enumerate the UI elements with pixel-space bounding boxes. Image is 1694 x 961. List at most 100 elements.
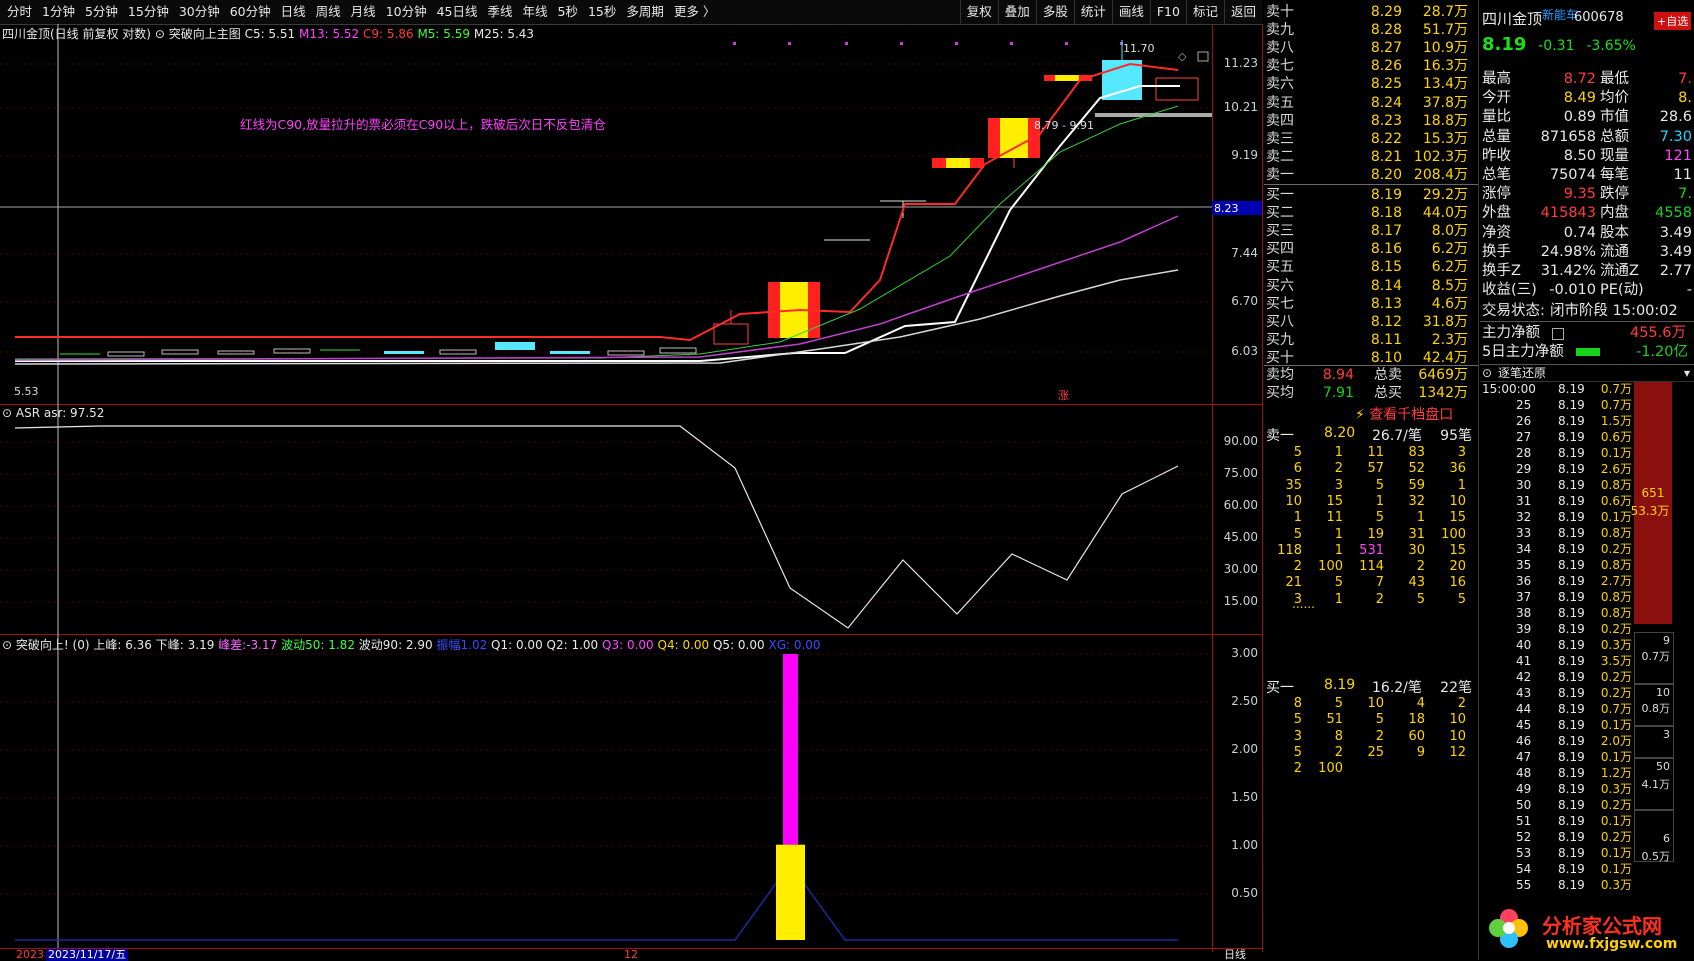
tick-toggle-icon[interactable]: ⊙ bbox=[1482, 365, 1492, 381]
quote-row[interactable]: 买八 8.12 31.8万 bbox=[1264, 313, 1474, 331]
quote-row[interactable]: 卖七 8.26 16.3万 bbox=[1264, 57, 1474, 75]
thousand-depth-link[interactable]: ⚡ 查看千档盘口 bbox=[1355, 404, 1453, 424]
period-tab[interactable]: 日线 bbox=[276, 0, 311, 24]
queue-cell: 21 bbox=[1285, 575, 1302, 591]
period-tab[interactable]: 1分钟 bbox=[37, 0, 80, 24]
quote-row[interactable]: 买四 8.16 6.2万 bbox=[1264, 240, 1474, 258]
tick-price: 8.19 bbox=[1558, 382, 1585, 396]
stat-value: 415843 bbox=[1540, 205, 1596, 222]
tick-row: 50 8.19 0.2万 bbox=[1480, 797, 1635, 813]
quote-row[interactable]: 买一 8.19 29.2万 bbox=[1264, 186, 1474, 204]
period-tab[interactable]: 多周期 bbox=[621, 0, 669, 24]
tick-volume: 0.6万 bbox=[1600, 430, 1632, 444]
queue-cell: 7 bbox=[1375, 575, 1384, 591]
queue-cell: 11 bbox=[1326, 510, 1343, 526]
quote-row[interactable]: 买九 8.11 2.3万 bbox=[1264, 331, 1474, 349]
queue-cell: 5 bbox=[1334, 696, 1343, 711]
period-tab[interactable]: 30分钟 bbox=[174, 0, 225, 24]
tick-volume: 0.1万 bbox=[1600, 862, 1632, 876]
level-name: 卖八 bbox=[1266, 40, 1294, 57]
collapse-icon[interactable]: ▾ bbox=[1684, 365, 1690, 381]
period-tab[interactable]: 5秒 bbox=[553, 0, 583, 24]
quote-row[interactable]: 买五 8.15 6.2万 bbox=[1264, 258, 1474, 276]
period-tab[interactable]: 60分钟 bbox=[225, 0, 276, 24]
level-name: 买一 bbox=[1266, 187, 1294, 203]
queue-row: 1 11 5 1 15 bbox=[1264, 510, 1476, 526]
high-price-label: 11.70 bbox=[1123, 42, 1155, 55]
tick-volume: 0.3万 bbox=[1600, 638, 1632, 652]
tick-time: 42 bbox=[1516, 670, 1532, 684]
queue-cell: 3 bbox=[1457, 445, 1466, 460]
stat-label: 现量 bbox=[1600, 147, 1629, 164]
tool-button[interactable]: 叠加 bbox=[997, 0, 1036, 24]
flow5-bar bbox=[1576, 348, 1600, 356]
quote-row[interactable]: 卖三 8.22 15.3万 bbox=[1264, 130, 1474, 148]
quote-row[interactable]: 买七 8.13 4.6万 bbox=[1264, 295, 1474, 313]
period-tab[interactable]: 分时 bbox=[2, 0, 37, 24]
queue-cell: 11 bbox=[1367, 445, 1384, 460]
tick-header: ⊙ 逐笔还原 ▾ bbox=[1480, 364, 1694, 382]
period-tab[interactable]: 年线 bbox=[518, 0, 553, 24]
tick-row: 47 8.19 0.1万 bbox=[1480, 749, 1635, 765]
queue-row: 2 100 114 2 20 bbox=[1264, 559, 1476, 575]
period-tab[interactable]: 更多 〉 bbox=[669, 0, 720, 24]
tool-button[interactable]: 统计 bbox=[1073, 0, 1112, 24]
period-tab[interactable]: 5分钟 bbox=[80, 0, 123, 24]
period-tab[interactable]: 10分钟 bbox=[381, 0, 432, 24]
stat-value: 75074 bbox=[1549, 167, 1596, 183]
tool-button[interactable]: F10 bbox=[1149, 0, 1186, 24]
y-axis-label: 2.00 bbox=[1231, 742, 1258, 756]
stat-label: 每笔 bbox=[1600, 167, 1629, 183]
stock-price: 8.19 bbox=[1482, 34, 1527, 55]
queue-cell: 10 bbox=[1449, 712, 1466, 728]
tick-volume: 1.5万 bbox=[1600, 414, 1632, 428]
stat-value: 3.49 bbox=[1659, 224, 1692, 241]
quote-row[interactable]: 卖一 8.20 208.4万 bbox=[1264, 166, 1474, 184]
tick-row: 30 8.19 0.8万 bbox=[1480, 477, 1635, 493]
tick-volume: 0.8万 bbox=[1600, 478, 1632, 492]
y-axis-label: 75.00 bbox=[1223, 466, 1258, 480]
quote-row[interactable]: 买二 8.18 44.0万 bbox=[1264, 204, 1474, 222]
tool-button[interactable]: 画线 bbox=[1111, 0, 1150, 24]
tick-volume: 2.7万 bbox=[1600, 574, 1632, 588]
quote-row[interactable]: 卖六 8.25 13.4万 bbox=[1264, 75, 1474, 93]
tick-price: 8.19 bbox=[1558, 606, 1585, 620]
level-name: 买八 bbox=[1266, 313, 1294, 330]
quote-row[interactable]: 卖九 8.28 51.7万 bbox=[1264, 21, 1474, 39]
quote-row[interactable]: 卖十 8.29 28.7万 bbox=[1264, 3, 1474, 21]
period-tab[interactable]: 45日线 bbox=[432, 0, 483, 24]
tool-button[interactable]: 返回 bbox=[1223, 0, 1262, 24]
quote-row[interactable]: 买三 8.17 8.0万 bbox=[1264, 222, 1474, 240]
main-chart-svg[interactable]: 8.23 11.70 8.79 - 9.91 5.53 涨 ◇ bbox=[0, 24, 1262, 404]
tick-volume: 1.2万 bbox=[1600, 766, 1632, 780]
queue-row: 5 2 25 9 12 bbox=[1264, 745, 1476, 761]
quote-row[interactable]: 卖二 8.21 102.3万 bbox=[1264, 148, 1474, 166]
date-cursor: 2023/11/17/五 bbox=[46, 948, 129, 961]
queue-cell: 31 bbox=[1408, 526, 1425, 542]
quote-row[interactable]: 卖四 8.23 18.8万 bbox=[1264, 112, 1474, 130]
tick-row: 43 8.19 0.2万 bbox=[1480, 685, 1635, 701]
period-tab[interactable]: 周线 bbox=[311, 0, 346, 24]
y-axis-label: 45.00 bbox=[1223, 530, 1258, 544]
period-tab[interactable]: 15分钟 bbox=[123, 0, 174, 24]
tool-buttons: 复权 叠加 多股 统计 画线 F10 标记 返回 bbox=[959, 0, 1262, 24]
queue-cell: 9 bbox=[1416, 744, 1425, 760]
level-name: 买九 bbox=[1266, 331, 1294, 348]
period-tab[interactable]: 15秒 bbox=[583, 0, 621, 24]
add-favorite-button[interactable]: +自选 bbox=[1654, 12, 1692, 30]
quote-row[interactable]: 卖五 8.24 37.8万 bbox=[1264, 94, 1474, 112]
stat-value: 121 bbox=[1664, 147, 1692, 164]
tick-time: 43 bbox=[1516, 686, 1532, 700]
tick-time: 53 bbox=[1516, 846, 1532, 860]
y-axis-label: 60.00 bbox=[1223, 498, 1258, 512]
tick-volume: 0.8万 bbox=[1600, 590, 1632, 604]
tool-button[interactable]: 多股 bbox=[1035, 0, 1074, 24]
tick-volume: 0.2万 bbox=[1600, 542, 1632, 556]
tool-button[interactable]: 复权 bbox=[959, 0, 998, 24]
quote-row[interactable]: 买六 8.14 8.5万 bbox=[1264, 277, 1474, 295]
magenta-ma-line bbox=[14, 215, 1179, 361]
period-tab[interactable]: 月线 bbox=[346, 0, 381, 24]
tool-button[interactable]: 标记 bbox=[1185, 0, 1224, 24]
quote-row[interactable]: 卖八 8.27 10.9万 bbox=[1264, 39, 1474, 57]
period-tab[interactable]: 季线 bbox=[483, 0, 518, 24]
